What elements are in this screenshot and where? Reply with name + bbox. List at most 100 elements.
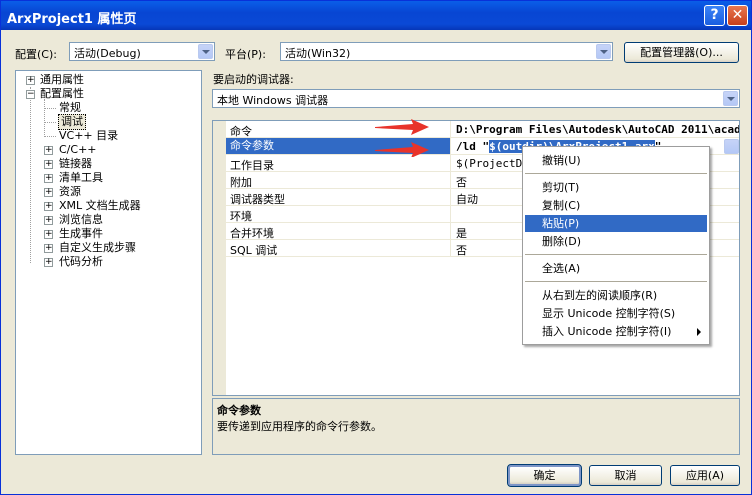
chevron-down-icon[interactable] [198,44,213,59]
tree-item-config-properties[interactable]: 配置属性 [40,87,84,101]
debugger-label: 要启动的调试器: [213,73,294,86]
tree-item-general[interactable]: 通用属性 [40,73,84,87]
expand-icon[interactable]: + [44,146,53,155]
window-title: ArxProject1 属性页 [7,12,137,27]
grid-divider [450,189,451,205]
chevron-down-icon[interactable] [596,44,611,59]
expand-icon[interactable]: + [44,188,53,197]
tree-item-general-page[interactable]: 常规 [59,101,81,115]
menu-item-delete[interactable]: 删除(D) [525,233,707,250]
tree-item-debugging[interactable]: 调试 [58,114,86,130]
property-name: 合并环境 [230,227,274,240]
tree-item-linker[interactable]: 链接器 [59,157,92,171]
grid-divider [450,138,451,154]
menu-separator [525,173,707,174]
apply-button[interactable]: 应用(A) [670,465,740,486]
config-label: 配置(C): [15,48,57,61]
menu-item-label: 复制(C) [542,199,581,212]
config-manager-button[interactable]: 配置管理器(O)... [624,42,739,63]
close-button[interactable]: ✕ [727,5,748,26]
menu-item-label: 从右到左的阅读顺序(R) [542,289,658,302]
tree-item-cpp[interactable]: C/C++ [59,143,97,157]
expand-icon[interactable]: + [26,76,35,85]
config-value: 活动(Debug) [74,47,141,60]
grid-divider [450,121,451,137]
cancel-button[interactable]: 取消 [589,465,662,486]
debugger-combo[interactable]: 本地 Windows 调试器 [212,89,740,108]
property-value[interactable]: D:\Program Files\Autodesk\AutoCAD 2011\a… [456,123,739,136]
property-value[interactable]: 否 [456,174,467,190]
platform-label: 平台(P): [225,48,266,61]
expand-icon[interactable]: + [44,244,53,253]
expand-icon[interactable]: + [44,216,53,225]
ok-button[interactable]: 确定 [507,464,582,487]
property-name: SQL 调试 [230,244,278,257]
menu-item-insert-unicode-control[interactable]: 插入 Unicode 控制字符(I) [525,323,707,340]
arrow-icon [375,119,429,135]
description-title: 命令参数 [217,404,261,417]
property-value[interactable]: 自动 [456,191,478,207]
description-text: 要传递到应用程序的命令行参数。 [217,420,382,433]
grid-row-command[interactable]: 命令 D:\Program Files\Autodesk\AutoCAD 201… [226,121,739,138]
help-button[interactable]: ? [704,5,725,26]
platform-combo[interactable]: 活动(Win32) [280,42,613,61]
expand-icon[interactable]: + [44,160,53,169]
menu-item-label: 粘贴(P) [542,217,580,230]
menu-item-label: 插入 Unicode 控制字符(I) [542,325,672,338]
tree-item-code-analysis[interactable]: 代码分析 [59,255,103,269]
menu-item-label: 全选(A) [542,262,581,275]
tree-item-manifest-tool[interactable]: 清单工具 [59,171,103,185]
menu-item-undo[interactable]: 撤销(U) [525,152,707,169]
grid-divider [450,206,451,222]
grid-divider [450,240,451,256]
menu-item-label: 显示 Unicode 控制字符(S) [542,307,676,320]
expand-icon[interactable]: + [44,230,53,239]
menu-item-cut[interactable]: 剪切(T) [525,179,707,196]
title-bar[interactable]: ArxProject1 属性页 ? ✕ [1,1,751,30]
tree-item-resources[interactable]: 资源 [59,185,81,199]
menu-item-show-unicode-control[interactable]: 显示 Unicode 控制字符(S) [525,305,707,322]
property-name: 附加 [230,176,252,189]
tree-item-vc-directories[interactable]: VC++ 目录 [59,129,118,143]
menu-item-paste[interactable]: 粘贴(P) [525,215,707,232]
tree-line [44,136,56,137]
menu-item-label: 删除(D) [542,235,582,248]
tree-item-browse-info[interactable]: 浏览信息 [59,213,103,227]
expand-icon[interactable]: + [44,174,53,183]
tree-item-custom-build-step[interactable]: 自定义生成步骤 [59,241,136,255]
annotation-arrows [375,119,429,157]
property-value[interactable]: 否 [456,242,467,258]
context-menu[interactable]: 撤销(U) 剪切(T) 复制(C) 粘贴(P) 删除(D) 全选(A) 从右到左… [522,146,710,345]
value-prefix: /ld " [456,140,490,153]
menu-item-select-all[interactable]: 全选(A) [525,260,707,277]
description-pane: 命令参数 要传递到应用程序的命令行参数。 [212,398,740,455]
config-combo[interactable]: 活动(Debug) [69,42,215,61]
property-value[interactable]: 是 [456,225,467,241]
expand-icon[interactable]: + [44,202,53,211]
chevron-down-icon[interactable] [723,91,738,106]
menu-item-label: 撤销(U) [542,154,581,167]
property-name: 命令 [230,125,252,138]
tree-line [44,122,56,123]
platform-value: 活动(Win32) [285,47,351,60]
chevron-down-icon[interactable] [724,139,739,154]
tree-item-xml-doc-generator[interactable]: XML 文档生成器 [59,199,141,213]
submenu-arrow-icon [697,328,701,336]
menu-item-copy[interactable]: 复制(C) [525,197,707,214]
grid-divider [450,172,451,188]
tree-line [30,87,31,263]
grid-margin [213,121,226,395]
expand-icon[interactable]: + [44,258,53,267]
arrow-icon [375,142,429,157]
debugger-value: 本地 Windows 调试器 [217,94,329,107]
menu-item-rtl-reading-order[interactable]: 从右到左的阅读顺序(R) [525,287,707,304]
tree-line [44,108,56,109]
grid-divider [450,223,451,239]
collapse-icon[interactable]: − [26,90,35,99]
tree-item-build-events[interactable]: 生成事件 [59,227,103,241]
property-tree[interactable]: + 通用属性 − 配置属性 常规 调试 VC++ 目录 + C/C++ + 链接… [15,70,202,455]
property-name: 调试器类型 [230,193,285,206]
menu-item-label: 剪切(T) [542,181,580,194]
tree-line [44,99,45,135]
grid-divider [450,155,451,171]
